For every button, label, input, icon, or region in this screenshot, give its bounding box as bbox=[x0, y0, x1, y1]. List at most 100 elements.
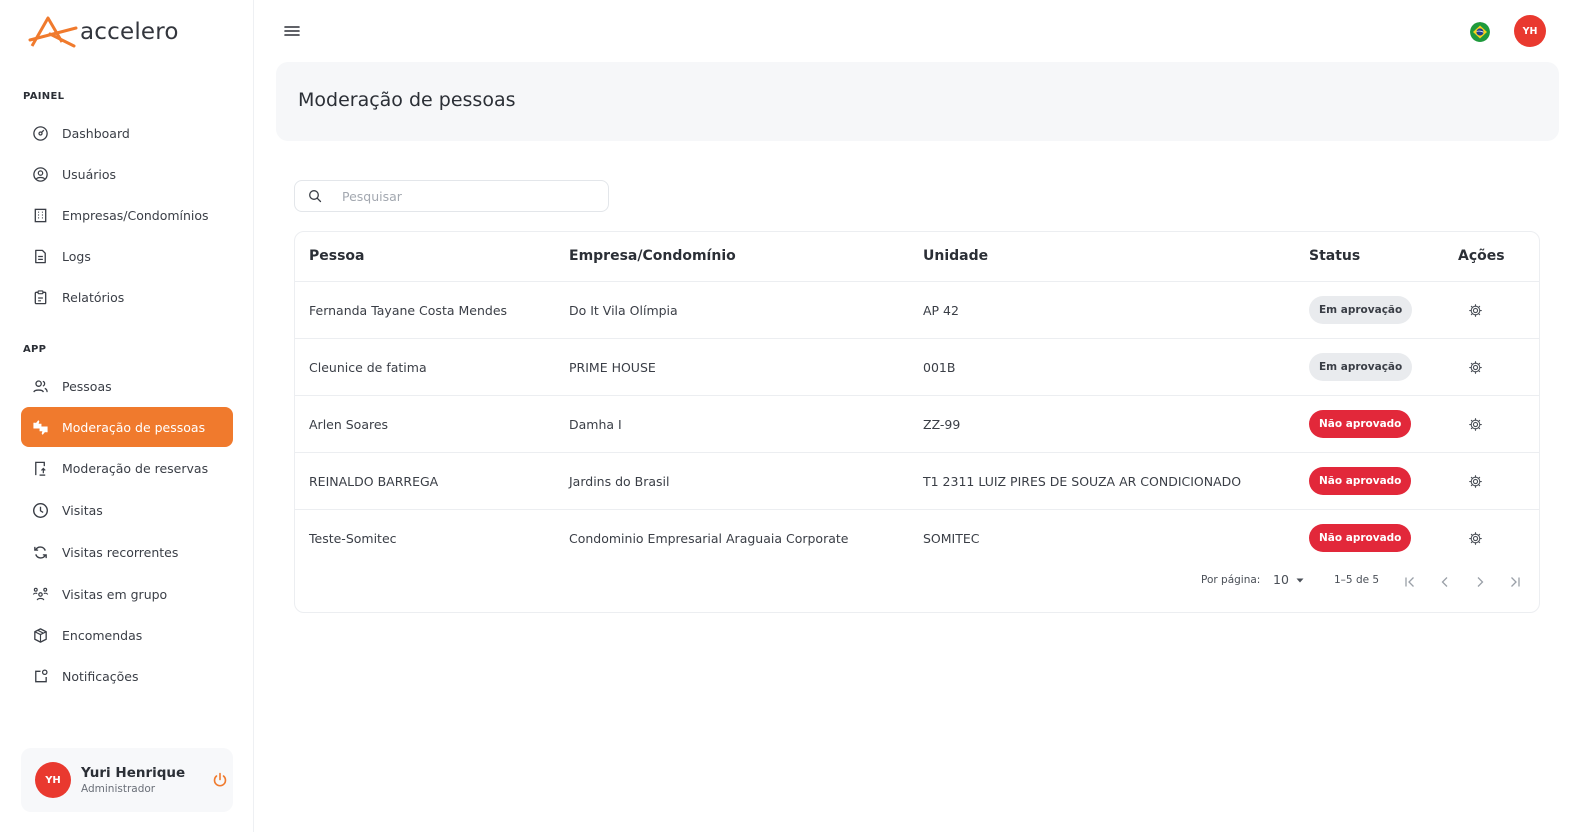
people-table: Pessoa Empresa/Condomínio Unidade Status… bbox=[294, 231, 1540, 613]
rows-per-page-value: 10 bbox=[1273, 572, 1289, 587]
status-badge: Não aprovado bbox=[1309, 410, 1412, 438]
accelero-logo-icon bbox=[28, 16, 78, 48]
status-badge: Em aprovação bbox=[1309, 296, 1413, 324]
sidebar-item-label: Encomendas bbox=[62, 627, 143, 643]
column-header-unidade[interactable]: Unidade bbox=[923, 248, 988, 264]
gear-icon[interactable] bbox=[1468, 474, 1483, 489]
top-avatar[interactable]: YH bbox=[1514, 15, 1546, 47]
sidebar-item-label: Pessoas bbox=[62, 378, 112, 394]
refresh-icon bbox=[31, 543, 49, 561]
sidebar-item-label: Logs bbox=[62, 248, 91, 264]
caret-down-icon bbox=[1296, 578, 1304, 582]
brand-logo[interactable]: accelero bbox=[28, 12, 179, 52]
gear-icon[interactable] bbox=[1468, 303, 1483, 318]
search-box bbox=[294, 180, 609, 212]
cell-empresa: Jardins do Brasil bbox=[569, 474, 670, 489]
sidebar-item-logs[interactable]: Logs bbox=[21, 236, 233, 276]
sidebar-item-label: Empresas/Condomínios bbox=[62, 207, 209, 223]
rows-per-page-select[interactable]: 10 bbox=[1273, 572, 1305, 587]
sidebar-item-visitas-grupo[interactable]: Visitas em grupo bbox=[21, 574, 233, 614]
column-header-pessoa[interactable]: Pessoa bbox=[309, 248, 365, 264]
cell-unidade: SOMITEC bbox=[923, 531, 980, 546]
section-label-painel: PAINEL bbox=[23, 91, 65, 102]
sidebar-item-dashboard[interactable]: Dashboard bbox=[21, 113, 233, 153]
sidebar-item-notificacoes[interactable]: Notificações bbox=[21, 656, 233, 696]
column-header-status[interactable]: Status bbox=[1309, 248, 1360, 264]
gear-icon[interactable] bbox=[1468, 360, 1483, 375]
status-badge: Não aprovado bbox=[1309, 524, 1412, 552]
sidebar-item-label: Moderação de reservas bbox=[62, 460, 209, 476]
column-header-acoes: Ações bbox=[1458, 248, 1505, 264]
table-row[interactable]: Fernanda Tayane Costa Mendes Do It Vila … bbox=[295, 282, 1539, 339]
status-badge: Não aprovado bbox=[1309, 467, 1412, 495]
pagination-range: 1–5 de 5 bbox=[1334, 574, 1380, 586]
sidebar-item-empresas[interactable]: Empresas/Condomínios bbox=[21, 195, 233, 235]
sidebar-item-label: Visitas em grupo bbox=[62, 586, 168, 602]
last-page-icon[interactable] bbox=[1508, 575, 1522, 589]
cell-pessoa: Teste-Somitec bbox=[309, 531, 397, 546]
sidebar-item-moderacao-reservas[interactable]: Moderação de reservas bbox=[21, 448, 233, 488]
search-icon bbox=[309, 190, 322, 203]
sidebar-item-label: Dashboard bbox=[62, 125, 130, 141]
table-row[interactable]: Teste-Somitec Condominio Empresarial Ara… bbox=[295, 510, 1539, 567]
previous-page-icon[interactable] bbox=[1438, 575, 1452, 589]
status-badge: Em aprovação bbox=[1309, 353, 1413, 381]
cell-pessoa: Arlen Soares bbox=[309, 417, 389, 432]
power-icon[interactable] bbox=[211, 771, 229, 789]
user-circle-icon bbox=[31, 165, 49, 183]
gear-icon[interactable] bbox=[1468, 531, 1483, 546]
cell-empresa: Do It Vila Olímpia bbox=[569, 303, 678, 318]
cell-unidade: ZZ-99 bbox=[923, 417, 961, 432]
cell-pessoa: Fernanda Tayane Costa Mendes bbox=[309, 303, 508, 318]
sidebar-item-encomendas[interactable]: Encomendas bbox=[21, 615, 233, 655]
search-input[interactable] bbox=[342, 188, 582, 204]
user-name: Yuri Henrique bbox=[81, 765, 186, 781]
next-page-icon[interactable] bbox=[1473, 575, 1487, 589]
dashboard-icon bbox=[31, 124, 49, 142]
gear-icon[interactable] bbox=[1468, 417, 1483, 432]
cell-empresa: PRIME HOUSE bbox=[569, 360, 656, 375]
sidebar-item-relatorios[interactable]: Relatórios bbox=[21, 277, 233, 317]
column-header-empresa[interactable]: Empresa/Condomínio bbox=[569, 248, 736, 264]
document-icon bbox=[31, 247, 49, 265]
section-label-app: APP bbox=[23, 344, 47, 355]
page-title: Moderação de pessoas bbox=[298, 89, 516, 111]
thumbs-icon bbox=[31, 418, 49, 436]
table-row[interactable]: Cleunice de fatima PRIME HOUSE 001B Em a… bbox=[295, 339, 1539, 396]
cell-unidade: 001B bbox=[923, 360, 956, 375]
brazil-flag-icon[interactable] bbox=[1470, 22, 1490, 42]
table-header: Pessoa Empresa/Condomínio Unidade Status… bbox=[295, 232, 1539, 282]
sidebar-item-pessoas[interactable]: Pessoas bbox=[21, 366, 233, 406]
building-icon bbox=[31, 206, 49, 224]
sidebar-item-label: Usuários bbox=[62, 166, 117, 182]
cell-empresa: Condominio Empresarial Araguaia Corporat… bbox=[569, 531, 849, 546]
sidebar-item-visitas-recorrentes[interactable]: Visitas recorrentes bbox=[21, 532, 233, 572]
sidebar-item-usuarios[interactable]: Usuários bbox=[21, 154, 233, 194]
table-row[interactable]: REINALDO BARREGA Jardins do Brasil T1 23… bbox=[295, 453, 1539, 510]
cell-unidade: T1 2311 LUIZ PIRES DE SOUZA AR CONDICION… bbox=[923, 474, 1242, 489]
brand-name: accelero bbox=[80, 19, 179, 45]
cell-pessoa: REINALDO BARREGA bbox=[309, 474, 439, 489]
clipboard-icon bbox=[31, 288, 49, 306]
sidebar-item-label: Relatórios bbox=[62, 289, 125, 305]
sidebar-item-moderacao-pessoas[interactable]: Moderação de pessoas bbox=[21, 407, 233, 447]
page-header: Moderação de pessoas bbox=[276, 62, 1559, 141]
sidebar-item-label: Visitas recorrentes bbox=[62, 544, 179, 560]
app-root: accelero PAINEL Dashboard Usuários Empre… bbox=[0, 0, 1585, 832]
clock-icon bbox=[31, 501, 49, 519]
sidebar-item-visitas[interactable]: Visitas bbox=[21, 490, 233, 530]
hamburger-menu-icon[interactable] bbox=[282, 22, 302, 40]
user-role: Administrador bbox=[81, 783, 156, 795]
first-page-icon[interactable] bbox=[1403, 575, 1417, 589]
user-info: Yuri Henrique Administrador bbox=[81, 765, 185, 795]
table-row[interactable]: Arlen Soares Damha I ZZ-99 Não aprovado bbox=[295, 396, 1539, 453]
notification-icon bbox=[31, 667, 49, 685]
package-icon bbox=[31, 626, 49, 644]
user-card: YH Yuri Henrique Administrador bbox=[21, 748, 233, 812]
rows-per-page-label: Por página: bbox=[1201, 574, 1261, 586]
avatar[interactable]: YH bbox=[35, 762, 71, 798]
sidebar-item-label: Moderação de pessoas bbox=[62, 419, 206, 435]
cell-empresa: Damha I bbox=[569, 417, 622, 432]
group-icon bbox=[31, 585, 49, 603]
reservation-icon bbox=[31, 459, 49, 477]
